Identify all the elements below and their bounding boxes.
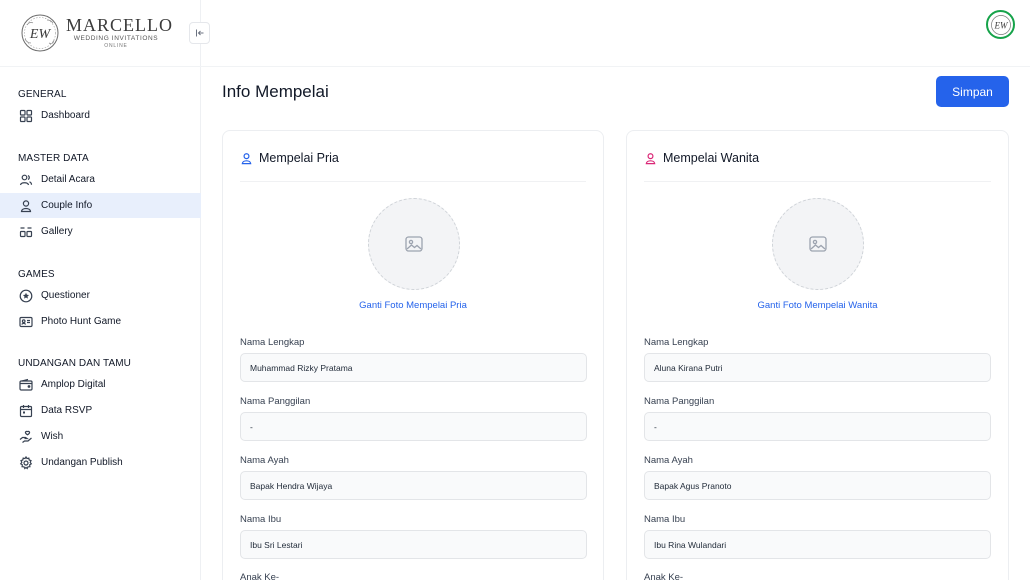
id-card-icon xyxy=(19,316,33,327)
nav-heading-undangan-dan-tamu: UNDANGAN DAN TAMU xyxy=(18,358,132,369)
change-bride-photo-link[interactable]: Ganti Foto Mempelai Wanita xyxy=(627,300,1008,311)
sidebar-item-data-rsvp[interactable]: Data RSVP xyxy=(0,398,201,423)
change-groom-photo-link[interactable]: Ganti Foto Mempelai Pria xyxy=(223,300,603,311)
sidebar-item-couple-info[interactable]: Couple Info xyxy=(0,193,201,218)
brand-subtagline: ONLINE xyxy=(104,43,128,49)
dashboard-icon xyxy=(19,109,33,122)
bride-mother-name-input[interactable] xyxy=(644,530,991,559)
groom-mother-name-input[interactable] xyxy=(240,530,587,559)
user-icon xyxy=(645,152,656,164)
sidebar-item-label: Gallery xyxy=(41,226,73,237)
bride-father-name-input[interactable] xyxy=(644,471,991,500)
gallery-icon xyxy=(19,226,33,237)
collapse-sidebar-button[interactable] xyxy=(189,22,210,44)
users-icon xyxy=(19,174,33,185)
field-label: Nama Lengkap xyxy=(644,337,709,348)
nav-heading-master-data: MASTER DATA xyxy=(18,153,89,164)
field-label: Nama Ibu xyxy=(644,514,686,525)
field-label: Nama Panggilan xyxy=(644,396,715,407)
card-title: Mempelai Wanita xyxy=(663,151,760,165)
user-icon xyxy=(20,199,32,212)
page-title: Info Mempelai xyxy=(222,82,329,101)
sidebar-item-photo-hunt-game[interactable]: Photo Hunt Game xyxy=(0,309,201,334)
nav-heading-games: GAMES xyxy=(18,269,55,280)
field-label: Nama Ayah xyxy=(644,455,693,466)
card-title: Mempelai Pria xyxy=(259,151,339,165)
field-label: Anak Ke- xyxy=(240,572,280,580)
collapse-left-icon xyxy=(195,29,203,37)
sidebar-item-label: Data RSVP xyxy=(41,405,93,416)
brand-name: MARCELLO xyxy=(66,15,173,35)
bride-nickname-input[interactable] xyxy=(644,412,991,441)
calendar-icon xyxy=(19,404,33,417)
sidebar-item-label: Dashboard xyxy=(41,110,90,121)
field-label: Nama Panggilan xyxy=(240,396,311,407)
field-label: Nama Ayah xyxy=(240,455,289,466)
sidebar-item-amplop-digital[interactable]: Amplop Digital xyxy=(0,372,201,397)
wallet-icon xyxy=(19,378,33,391)
sidebar-item-label: Couple Info xyxy=(41,200,93,211)
monogram-logo-icon: EW xyxy=(21,14,59,52)
sidebar-item-label: Undangan Publish xyxy=(41,457,123,468)
sidebar-item-dashboard[interactable]: Dashboard xyxy=(0,103,201,128)
nav-heading-general: GENERAL xyxy=(18,89,67,100)
field-label: Nama Lengkap xyxy=(240,337,305,348)
svg-text:EW: EW xyxy=(993,20,1008,30)
card-divider xyxy=(240,181,586,182)
groom-father-name-input[interactable] xyxy=(240,471,587,500)
bride-full-name-input[interactable] xyxy=(644,353,991,382)
image-icon xyxy=(405,236,423,252)
brand-logo[interactable]: EW MARCELLO WEDDING INVITATIONS ONLINE xyxy=(0,0,201,66)
svg-text:EW: EW xyxy=(29,27,52,42)
user-icon xyxy=(241,152,252,164)
save-button[interactable]: Simpan xyxy=(936,76,1009,107)
bride-card: Mempelai Wanita Ganti Foto Mempelai Wani… xyxy=(626,130,1009,580)
header-divider xyxy=(0,66,1030,67)
image-icon xyxy=(809,236,827,252)
sidebar-item-gallery[interactable]: Gallery xyxy=(0,219,201,244)
sidebar: EW MARCELLO WEDDING INVITATIONS ONLINE G… xyxy=(0,0,201,580)
star-circle-icon xyxy=(19,289,33,302)
sidebar-item-label: Questioner xyxy=(41,290,90,301)
sidebar-item-label: Amplop Digital xyxy=(41,379,106,390)
groom-card: Mempelai Pria Ganti Foto Mempelai Pria N… xyxy=(222,130,604,580)
sidebar-item-label: Wish xyxy=(41,431,64,442)
sidebar-item-label: Detail Acara xyxy=(41,174,95,185)
sidebar-item-undangan-publish[interactable]: Undangan Publish xyxy=(0,450,201,475)
groom-nickname-input[interactable] xyxy=(240,412,587,441)
field-label: Anak Ke- xyxy=(644,572,684,580)
hand-heart-icon xyxy=(19,430,32,443)
groom-photo-placeholder[interactable] xyxy=(368,198,460,290)
sidebar-item-wish[interactable]: Wish xyxy=(0,424,201,449)
gear-icon xyxy=(19,455,33,469)
sidebar-item-detail-acara[interactable]: Detail Acara xyxy=(0,167,201,192)
sidebar-item-label: Photo Hunt Game xyxy=(41,316,122,327)
bride-photo-placeholder[interactable] xyxy=(772,198,864,290)
field-label: Nama Ibu xyxy=(240,514,282,525)
sidebar-item-questioner[interactable]: Questioner xyxy=(0,283,201,308)
avatar-monogram-icon: EW xyxy=(990,14,1011,35)
user-avatar[interactable]: EW xyxy=(986,10,1015,39)
brand-tagline: WEDDING INVITATIONS xyxy=(73,35,159,42)
card-divider xyxy=(644,181,991,182)
groom-full-name-input[interactable] xyxy=(240,353,587,382)
